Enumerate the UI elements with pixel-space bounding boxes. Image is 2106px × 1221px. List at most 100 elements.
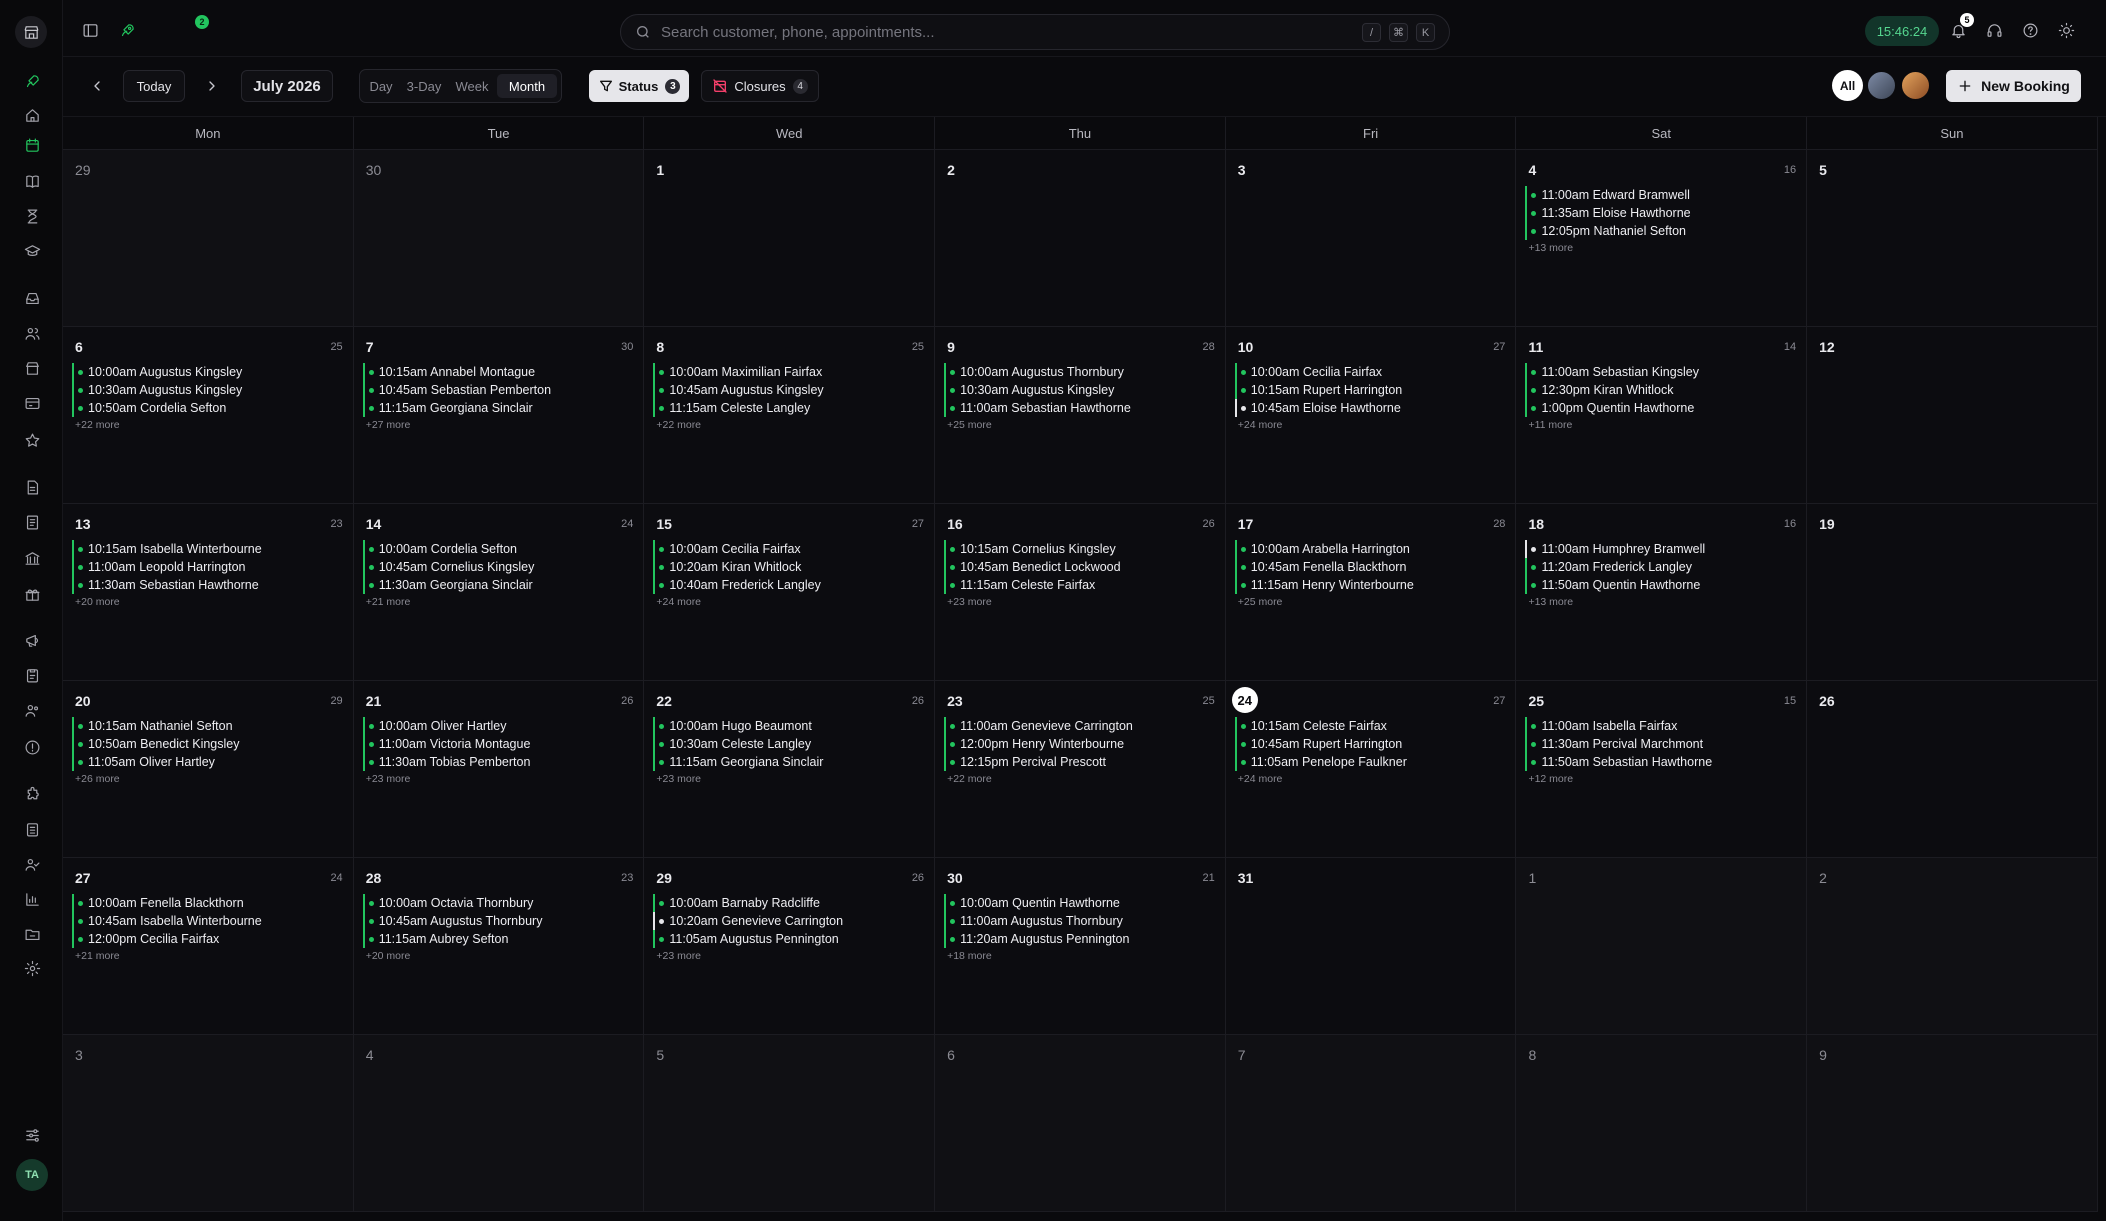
appointment-item[interactable]: 10:30am Celeste Langley [653, 735, 926, 753]
more-appointments-link[interactable]: +13 more [1525, 242, 1798, 254]
view-3day[interactable]: 3-Day [401, 74, 447, 98]
calendar-day-cell[interactable]: 29 26 10:00am Barnaby Radcliffe 10:20am Gen… [644, 858, 936, 1034]
more-appointments-link[interactable]: +21 more [363, 596, 636, 608]
appointment-item[interactable]: 12:30pm Kiran Whitlock [1525, 381, 1798, 399]
appointment-item[interactable]: 11:15am Georgiana Sinclair [653, 753, 926, 771]
appointment-item[interactable]: 10:45am Benedict Lockwood [944, 558, 1217, 576]
more-appointments-link[interactable]: +24 more [653, 596, 926, 608]
calendar-day-cell[interactable]: 2 [1807, 858, 2098, 1034]
view-day[interactable]: Day [364, 74, 398, 98]
staff-filter-all[interactable]: All [1832, 70, 1863, 101]
home-icon[interactable] [20, 103, 44, 127]
appointment-item[interactable]: 10:00am Hugo Beaumont [653, 717, 926, 735]
appointment-item[interactable]: 12:00pm Henry Winterbourne [944, 735, 1217, 753]
more-appointments-link[interactable]: +13 more [1525, 596, 1798, 608]
appointment-item[interactable]: 11:05am Augustus Pennington [653, 930, 926, 948]
file-icon[interactable] [20, 475, 44, 499]
more-appointments-link[interactable]: +24 more [1235, 773, 1508, 785]
calendar-day-cell[interactable]: 20 29 10:15am Nathaniel Sefton 10:50am Bene… [63, 681, 354, 857]
appointment-item[interactable]: 11:15am Georgiana Sinclair [362, 399, 636, 417]
calendar-day-cell[interactable]: 1 [644, 150, 936, 326]
more-appointments-link[interactable]: +24 more [1235, 419, 1508, 431]
appointment-item[interactable]: 11:30am Tobias Pemberton [362, 753, 636, 771]
more-appointments-link[interactable]: +22 more [653, 419, 926, 431]
calendar-day-cell[interactable]: 12 [1807, 327, 2098, 503]
appointment-item[interactable]: 10:15am Rupert Harrington [1234, 381, 1508, 399]
calendar-day-cell[interactable]: 9 [1807, 1035, 2098, 1211]
appointment-item[interactable]: 10:45am Fenella Blackthorn [1234, 558, 1508, 576]
calendar-day-cell[interactable]: 18 16 11:00am Humphrey Bramwell 11:20am Fre… [1516, 504, 1808, 680]
theme-sun-icon[interactable] [2055, 19, 2077, 41]
calendar-day-cell[interactable]: 7 30 10:15am Annabel Montague 10:45am Sebas… [353, 327, 645, 503]
appointment-item[interactable]: 10:00am Barnaby Radcliffe [653, 894, 926, 912]
appointment-item[interactable]: 11:00am Victoria Montague [362, 735, 636, 753]
appointment-item[interactable]: 11:15am Celeste Langley [653, 399, 926, 417]
calendar-day-cell[interactable]: 6 [935, 1035, 1226, 1211]
calendar-day-cell[interactable]: 30 21 10:00am Quentin Hawthorne 11:00am Aug… [935, 858, 1226, 1034]
appointment-item[interactable]: 11:20am Frederick Langley [1525, 558, 1798, 576]
calendar-day-cell[interactable]: 4 [353, 1035, 645, 1211]
calendar-day-cell[interactable]: 25 15 11:00am Isabella Fairfax 11:30am Perc… [1516, 681, 1808, 857]
calendar-day-cell[interactable]: 5 [644, 1035, 936, 1211]
month-picker-button[interactable]: July 2026 [241, 70, 333, 102]
team-icon[interactable] [20, 698, 44, 722]
list-icon[interactable] [20, 817, 44, 841]
alert-icon[interactable] [20, 735, 44, 759]
appointment-item[interactable]: 10:00am Octavia Thornbury [362, 894, 636, 912]
appointment-item[interactable]: 10:00am Augustus Thornbury [944, 363, 1217, 381]
sidebar-toggle-icon[interactable] [79, 19, 101, 41]
appointment-item[interactable]: 11:50am Sebastian Hawthorne [1525, 753, 1798, 771]
hourglass-icon[interactable] [20, 204, 44, 228]
sliders-icon[interactable] [20, 1123, 44, 1147]
megaphone-icon[interactable] [20, 628, 44, 652]
more-appointments-link[interactable]: +23 more [653, 773, 926, 785]
appointment-item[interactable]: 11:00am Sebastian Kingsley [1525, 363, 1798, 381]
appointment-item[interactable]: 10:00am Oliver Hartley [362, 717, 636, 735]
appointment-item[interactable]: 11:00am Sebastian Hawthorne [944, 399, 1217, 417]
star-icon[interactable] [20, 428, 44, 452]
appointment-item[interactable]: 11:00am Augustus Thornbury [944, 912, 1217, 930]
headset-icon[interactable] [1983, 19, 2005, 41]
bank-icon[interactable] [20, 546, 44, 570]
appointment-item[interactable]: 11:00am Edward Bramwell [1525, 186, 1798, 204]
appointment-item[interactable]: 10:00am Arabella Harrington [1234, 540, 1508, 558]
appointment-item[interactable]: 11:15am Aubrey Sefton [362, 930, 636, 948]
calendar-day-cell[interactable]: 31 [1225, 858, 1517, 1034]
prev-month-button[interactable] [83, 70, 111, 102]
store-icon[interactable] [20, 356, 44, 380]
clipboard-icon[interactable] [20, 663, 44, 687]
more-appointments-link[interactable]: +23 more [653, 950, 926, 962]
appointment-item[interactable]: 11:20am Augustus Pennington [944, 930, 1217, 948]
store-logo-icon[interactable] [15, 16, 47, 48]
staff-avatar[interactable] [1866, 70, 1897, 101]
more-appointments-link[interactable]: +27 more [363, 419, 636, 431]
calendar-day-cell[interactable]: 27 24 10:00am Fenella Blackthorn 10:45am Is… [63, 858, 354, 1034]
calendar-day-cell[interactable]: 6 25 10:00am Augustus Kingsley 10:30am Augu… [63, 327, 354, 503]
calendar-day-cell[interactable]: 2 [935, 150, 1226, 326]
calendar-day-cell[interactable]: 8 [1516, 1035, 1808, 1211]
appointment-item[interactable]: 12:05pm Nathaniel Sefton [1525, 222, 1798, 240]
appointment-item[interactable]: 11:30am Sebastian Hawthorne [72, 576, 345, 594]
status-filter-button[interactable]: Status 3 [589, 70, 689, 102]
appointment-item[interactable]: 10:20am Genevieve Carrington [653, 912, 926, 930]
folder-icon[interactable] [20, 922, 44, 946]
appointment-item[interactable]: 12:15pm Percival Prescott [944, 753, 1217, 771]
more-appointments-link[interactable]: +26 more [72, 773, 345, 785]
calendar-day-cell[interactable]: 16 26 10:15am Cornelius Kingsley 10:45am Be… [935, 504, 1226, 680]
calendar-day-cell[interactable]: 17 28 10:00am Arabella Harrington 10:45am F… [1225, 504, 1517, 680]
user-check-icon[interactable] [20, 852, 44, 876]
calendar-day-cell[interactable]: 7 [1225, 1035, 1517, 1211]
appointment-item[interactable]: 10:15am Isabella Winterbourne [72, 540, 345, 558]
appointment-item[interactable]: 11:05am Oliver Hartley [72, 753, 345, 771]
appointment-item[interactable]: 11:00am Leopold Harrington [72, 558, 345, 576]
calendar-day-cell[interactable]: 1 [1516, 858, 1808, 1034]
appointment-item[interactable]: 10:45am Augustus Thornbury [362, 912, 636, 930]
appointment-item[interactable]: 10:40am Frederick Langley [653, 576, 926, 594]
appointment-item[interactable]: 11:00am Genevieve Carrington [944, 717, 1217, 735]
appointment-item[interactable]: 10:00am Cordelia Sefton [362, 540, 636, 558]
calendar-day-cell[interactable]: 28 23 10:00am Octavia Thornbury 10:45am Aug… [353, 858, 645, 1034]
appointment-item[interactable]: 10:45am Sebastian Pemberton [362, 381, 636, 399]
more-appointments-link[interactable]: +25 more [944, 419, 1217, 431]
appointment-item[interactable]: 10:00am Augustus Kingsley [72, 363, 345, 381]
gift-card-icon[interactable] [20, 391, 44, 415]
